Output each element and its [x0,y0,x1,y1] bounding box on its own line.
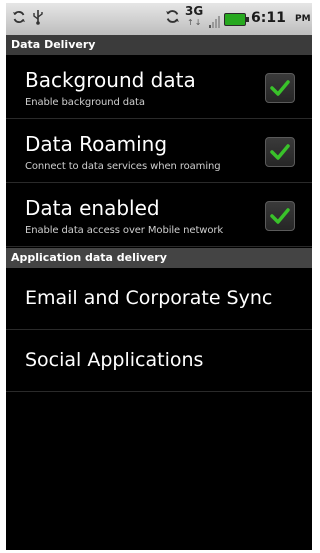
data-activity-icon: ↑↓ [187,18,203,27]
setting-title: Background data [25,68,196,92]
checkmark-icon [270,80,290,96]
checkmark-icon [270,144,290,160]
setting-summary: Enable data access over Mobile network [25,225,224,236]
setting-summary: Enable background data [25,97,145,108]
list-item-social-applications[interactable]: Social Applications [6,330,312,392]
list-item-email-corporate-sync[interactable]: Email and Corporate Sync [6,268,312,330]
section-header-application-data-delivery: Application data delivery [6,248,312,268]
setting-title: Data Roaming [25,132,168,156]
setting-data-roaming[interactable]: Data Roaming Connect to data services wh… [6,119,312,183]
usb-icon [32,9,44,29]
setting-title: Data enabled [25,196,160,220]
list-item-label: Email and Corporate Sync [25,287,273,309]
data-enabled-checkbox[interactable] [265,201,295,231]
setting-background-data[interactable]: Background data Enable background data [6,55,312,119]
signal-icon [209,13,221,32]
background-data-checkbox[interactable] [265,73,295,103]
network-type-label: 3G [185,4,204,18]
section-header-data-delivery: Data Delivery [6,35,312,55]
checkmark-icon [270,208,290,224]
sync-icon [165,9,180,28]
setting-summary: Connect to data services when roaming [25,161,221,172]
phone-screen: 3G ↑↓ 6:11 PM Data Delivery Background d… [6,3,312,550]
clock-ampm: PM [295,14,311,24]
battery-icon [224,13,249,26]
sync-icon [12,9,26,28]
data-roaming-checkbox[interactable] [265,137,295,167]
setting-data-enabled[interactable]: Data enabled Enable data access over Mob… [6,183,312,247]
clock-time: 6:11 [251,10,286,26]
status-bar: 3G ↑↓ 6:11 PM [6,3,312,36]
list-item-label: Social Applications [25,349,204,371]
